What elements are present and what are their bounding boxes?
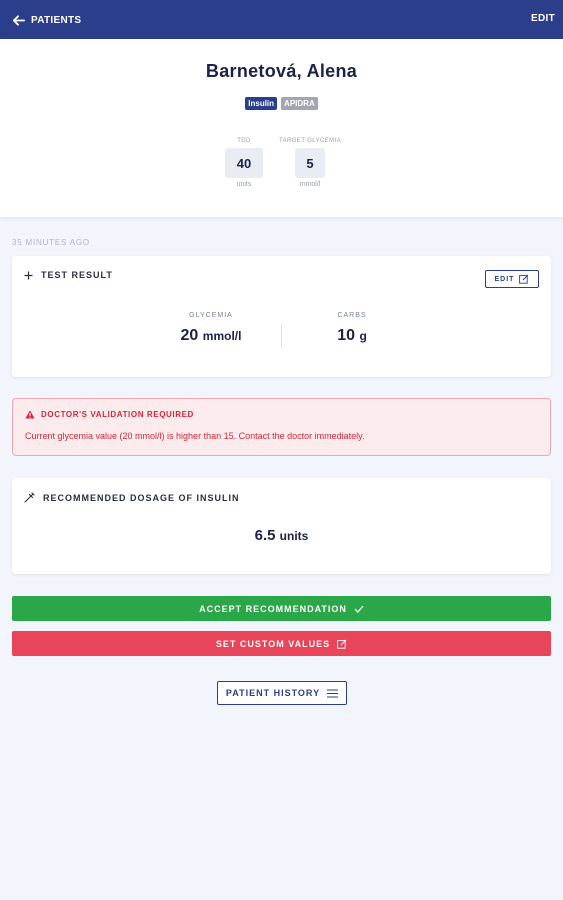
alert-title: DOCTOR'S VALIDATION REQUIRED <box>25 410 194 419</box>
carbs-unit: g <box>359 329 367 343</box>
target-glycemia-stat: TARGET GLYCEMIA 5 mmol/l <box>276 138 344 188</box>
dosage-title-text: RECOMMENDED DOSAGE OF INSULIN <box>43 492 240 503</box>
target-glycemia-label: TARGET GLYCEMIA <box>278 138 341 144</box>
carbs-value-block: CARBS 10 g <box>282 312 422 348</box>
syringe-icon <box>24 492 35 503</box>
patient-name: Barnetová, Alena <box>205 61 358 81</box>
warning-icon <box>25 410 35 419</box>
carbs-number: 10 <box>337 327 355 344</box>
glycemia-value-block: GLYCEMIA 20 mmol/l <box>141 312 281 348</box>
test-result-title: TEST RESULT <box>24 270 113 280</box>
validation-alert: DOCTOR'S VALIDATION REQUIRED Current gly… <box>12 398 551 456</box>
alert-message: Current glycemia value (20 mmol/l) is hi… <box>25 431 365 441</box>
list-icon <box>327 688 339 698</box>
patient-history-label: PATIENT HISTORY <box>225 688 321 698</box>
set-custom-values-button[interactable]: SET CUSTOM VALUES <box>12 631 551 656</box>
glycemia-number: 20 <box>180 327 199 344</box>
edit-icon <box>337 639 347 649</box>
patient-header: Barnetová, Alena Insulin APIDRA TDD 40 u… <box>0 39 563 217</box>
tdd-value: 40 <box>225 148 263 178</box>
insulin-badge: Insulin <box>245 97 278 110</box>
accept-recommendation-button[interactable]: ACCEPT RECOMMENDATION <box>12 596 551 621</box>
carbs-value: 10 g <box>282 327 422 345</box>
accept-recommendation-label: ACCEPT RECOMMENDATION <box>199 603 347 614</box>
glycemia-value: 20 mmol/l <box>141 327 281 345</box>
back-to-patients-button[interactable]: PATIENTS <box>12 11 81 29</box>
target-glycemia-value: 5 <box>295 148 325 178</box>
edit-patient-button[interactable]: EDIT <box>531 13 555 24</box>
check-icon <box>354 605 364 613</box>
patient-history-button[interactable]: PATIENT HISTORY <box>217 681 347 705</box>
test-result-card: TEST RESULT EDIT GLYCEMIA 20 mmol/l CARB… <box>12 256 551 377</box>
test-values: GLYCEMIA 20 mmol/l CARBS 10 g <box>12 312 551 348</box>
dosage-card: RECOMMENDED DOSAGE OF INSULIN 6.5 units <box>12 478 551 574</box>
tdd-stat: TDD 40 units <box>222 138 266 188</box>
dosage-value: 6.5 units <box>12 527 551 544</box>
tdd-label: TDD <box>237 138 251 144</box>
set-custom-values-label: SET CUSTOM VALUES <box>215 638 331 649</box>
alert-title-text: DOCTOR'S VALIDATION REQUIRED <box>41 410 194 419</box>
medication-badges: Insulin APIDRA <box>0 97 563 110</box>
timestamp: 35 MINUTES AGO <box>12 238 90 247</box>
edit-icon <box>519 274 529 284</box>
carbs-label: CARBS <box>337 312 367 319</box>
plus-icon <box>24 271 33 279</box>
test-result-title-text: TEST RESULT <box>41 270 113 280</box>
dosage-unit: units <box>279 529 309 543</box>
tdd-unit: units <box>236 181 252 188</box>
dosage-title: RECOMMENDED DOSAGE OF INSULIN <box>24 492 240 503</box>
glycemia-label: GLYCEMIA <box>189 312 233 319</box>
top-app-bar: PATIENTS EDIT <box>0 0 563 39</box>
dosage-number: 6.5 <box>254 527 276 544</box>
arrow-left-icon <box>12 14 25 26</box>
target-glycemia-unit: mmol/l <box>299 181 321 188</box>
edit-test-result-button[interactable]: EDIT <box>485 270 539 288</box>
apidra-badge: APIDRA <box>281 97 318 110</box>
edit-test-result-label: EDIT <box>494 275 515 283</box>
glycemia-unit: mmol/l <box>202 329 242 343</box>
back-label: PATIENTS <box>31 14 82 26</box>
